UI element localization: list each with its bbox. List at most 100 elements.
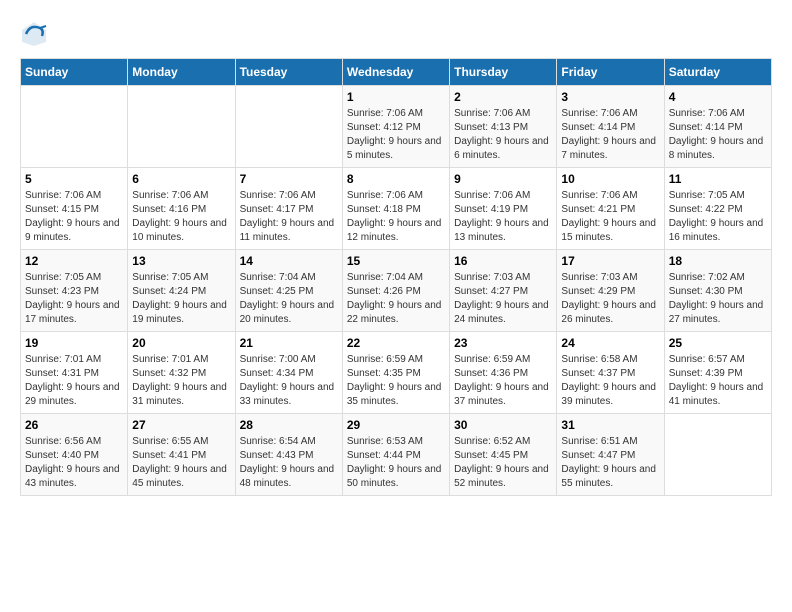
day-cell: 4 Sunrise: 7:06 AM Sunset: 4:14 PM Daylig… xyxy=(664,86,771,168)
day-number: 25 xyxy=(669,336,767,350)
day-header-saturday: Saturday xyxy=(664,59,771,86)
day-cell: 29Sunrise: 6:53 AM Sunset: 4:44 PM Dayli… xyxy=(342,414,449,496)
day-header-tuesday: Tuesday xyxy=(235,59,342,86)
day-cell xyxy=(21,86,128,168)
day-cell: 30Sunrise: 6:52 AM Sunset: 4:45 PM Dayli… xyxy=(450,414,557,496)
day-number: 6 xyxy=(132,172,230,186)
page-header xyxy=(20,20,772,48)
day-cell: 14 Sunrise: 7:04 AM Sunset: 4:25 PM Dayli… xyxy=(235,250,342,332)
day-info: Sunrise: 6:59 AM Sunset: 4:36 PM Dayligh… xyxy=(454,353,552,409)
day-number: 13 xyxy=(132,254,230,268)
day-info: Sunrise: 7:03 AM Sunset: 4:27 PM Dayligh… xyxy=(454,271,552,327)
day-header-friday: Friday xyxy=(557,59,664,86)
day-number: 26 xyxy=(25,418,123,432)
day-number: 19 xyxy=(25,336,123,350)
day-number: 8 xyxy=(347,172,445,186)
day-cell: 13 Sunrise: 7:05 AM Sunset: 4:24 PM Dayli… xyxy=(128,250,235,332)
day-info: Sunrise: 7:05 AM Sunset: 4:23 PM Dayligh… xyxy=(25,271,123,327)
day-cell: 20 Sunrise: 7:01 AM Sunset: 4:32 PM Dayli… xyxy=(128,332,235,414)
day-info: Sunrise: 6:59 AM Sunset: 4:35 PM Dayligh… xyxy=(347,353,445,409)
day-cell: 5Sunrise: 7:06 AM Sunset: 4:15 PM Daylig… xyxy=(21,168,128,250)
logo-icon xyxy=(20,20,48,48)
day-cell: 28 Sunrise: 6:54 AM Sunset: 4:43 PM Dayli… xyxy=(235,414,342,496)
day-number: 7 xyxy=(240,172,338,186)
day-number: 30 xyxy=(454,418,552,432)
week-row-4: 19 Sunrise: 7:01 AM Sunset: 4:31 PM Dayli… xyxy=(21,332,772,414)
day-info: Sunrise: 7:00 AM Sunset: 4:34 PM Dayligh… xyxy=(240,353,338,409)
day-info: Sunrise: 6:57 AM Sunset: 4:39 PM Dayligh… xyxy=(669,353,767,409)
day-number: 21 xyxy=(240,336,338,350)
day-header-sunday: Sunday xyxy=(21,59,128,86)
day-number: 3 xyxy=(561,90,659,104)
day-number: 4 xyxy=(669,90,767,104)
day-cell xyxy=(235,86,342,168)
day-number: 2 xyxy=(454,90,552,104)
day-cell: 17 Sunrise: 7:03 AM Sunset: 4:29 PM Dayli… xyxy=(557,250,664,332)
day-number: 18 xyxy=(669,254,767,268)
day-number: 11 xyxy=(669,172,767,186)
day-info: Sunrise: 7:06 AM Sunset: 4:17 PM Dayligh… xyxy=(240,189,338,245)
day-info: Sunrise: 6:51 AM Sunset: 4:47 PM Dayligh… xyxy=(561,435,659,491)
day-number: 27 xyxy=(132,418,230,432)
day-number: 20 xyxy=(132,336,230,350)
day-info: Sunrise: 7:01 AM Sunset: 4:31 PM Dayligh… xyxy=(25,353,123,409)
day-number: 14 xyxy=(240,254,338,268)
day-info: Sunrise: 7:06 AM Sunset: 4:19 PM Dayligh… xyxy=(454,189,552,245)
week-row-5: 26Sunrise: 6:56 AM Sunset: 4:40 PM Dayli… xyxy=(21,414,772,496)
day-cell: 2Sunrise: 7:06 AM Sunset: 4:13 PM Daylig… xyxy=(450,86,557,168)
week-row-3: 12 Sunrise: 7:05 AM Sunset: 4:23 PM Dayli… xyxy=(21,250,772,332)
day-cell: 6 Sunrise: 7:06 AM Sunset: 4:16 PM Daylig… xyxy=(128,168,235,250)
day-info: Sunrise: 7:04 AM Sunset: 4:25 PM Dayligh… xyxy=(240,271,338,327)
day-info: Sunrise: 7:06 AM Sunset: 4:21 PM Dayligh… xyxy=(561,189,659,245)
day-cell: 31Sunrise: 6:51 AM Sunset: 4:47 PM Dayli… xyxy=(557,414,664,496)
day-cell: 1Sunrise: 7:06 AM Sunset: 4:12 PM Daylig… xyxy=(342,86,449,168)
week-row-1: 1Sunrise: 7:06 AM Sunset: 4:12 PM Daylig… xyxy=(21,86,772,168)
day-number: 24 xyxy=(561,336,659,350)
day-cell: 7 Sunrise: 7:06 AM Sunset: 4:17 PM Daylig… xyxy=(235,168,342,250)
day-header-monday: Monday xyxy=(128,59,235,86)
day-cell: 12 Sunrise: 7:05 AM Sunset: 4:23 PM Dayli… xyxy=(21,250,128,332)
day-info: Sunrise: 7:06 AM Sunset: 4:16 PM Dayligh… xyxy=(132,189,230,245)
day-info: Sunrise: 7:05 AM Sunset: 4:24 PM Dayligh… xyxy=(132,271,230,327)
day-cell: 21 Sunrise: 7:00 AM Sunset: 4:34 PM Dayli… xyxy=(235,332,342,414)
day-cell xyxy=(128,86,235,168)
day-cell: 19 Sunrise: 7:01 AM Sunset: 4:31 PM Dayli… xyxy=(21,332,128,414)
day-info: Sunrise: 6:55 AM Sunset: 4:41 PM Dayligh… xyxy=(132,435,230,491)
day-cell: 3 Sunrise: 7:06 AM Sunset: 4:14 PM Daylig… xyxy=(557,86,664,168)
day-cell: 11 Sunrise: 7:05 AM Sunset: 4:22 PM Dayli… xyxy=(664,168,771,250)
day-info: Sunrise: 6:54 AM Sunset: 4:43 PM Dayligh… xyxy=(240,435,338,491)
week-row-2: 5Sunrise: 7:06 AM Sunset: 4:15 PM Daylig… xyxy=(21,168,772,250)
day-number: 23 xyxy=(454,336,552,350)
day-number: 17 xyxy=(561,254,659,268)
day-info: Sunrise: 7:04 AM Sunset: 4:26 PM Dayligh… xyxy=(347,271,445,327)
day-number: 22 xyxy=(347,336,445,350)
day-number: 9 xyxy=(454,172,552,186)
day-cell: 23 Sunrise: 6:59 AM Sunset: 4:36 PM Dayli… xyxy=(450,332,557,414)
day-info: Sunrise: 7:02 AM Sunset: 4:30 PM Dayligh… xyxy=(669,271,767,327)
day-number: 12 xyxy=(25,254,123,268)
day-number: 29 xyxy=(347,418,445,432)
day-info: Sunrise: 7:06 AM Sunset: 4:15 PM Dayligh… xyxy=(25,189,123,245)
day-cell: 22 Sunrise: 6:59 AM Sunset: 4:35 PM Dayli… xyxy=(342,332,449,414)
day-info: Sunrise: 7:06 AM Sunset: 4:14 PM Dayligh… xyxy=(561,107,659,163)
day-info: Sunrise: 6:58 AM Sunset: 4:37 PM Dayligh… xyxy=(561,353,659,409)
day-header-thursday: Thursday xyxy=(450,59,557,86)
day-number: 16 xyxy=(454,254,552,268)
day-cell: 24 Sunrise: 6:58 AM Sunset: 4:37 PM Dayli… xyxy=(557,332,664,414)
day-cell: 18 Sunrise: 7:02 AM Sunset: 4:30 PM Dayli… xyxy=(664,250,771,332)
day-cell: 25 Sunrise: 6:57 AM Sunset: 4:39 PM Dayli… xyxy=(664,332,771,414)
day-number: 1 xyxy=(347,90,445,104)
day-cell: 10 Sunrise: 7:06 AM Sunset: 4:21 PM Dayli… xyxy=(557,168,664,250)
day-info: Sunrise: 7:05 AM Sunset: 4:22 PM Dayligh… xyxy=(669,189,767,245)
calendar-table: SundayMondayTuesdayWednesdayThursdayFrid… xyxy=(20,58,772,496)
day-info: Sunrise: 7:06 AM Sunset: 4:14 PM Dayligh… xyxy=(669,107,767,163)
day-info: Sunrise: 7:01 AM Sunset: 4:32 PM Dayligh… xyxy=(132,353,230,409)
day-number: 28 xyxy=(240,418,338,432)
day-number: 10 xyxy=(561,172,659,186)
day-cell: 15Sunrise: 7:04 AM Sunset: 4:26 PM Dayli… xyxy=(342,250,449,332)
logo xyxy=(20,20,52,48)
day-info: Sunrise: 7:03 AM Sunset: 4:29 PM Dayligh… xyxy=(561,271,659,327)
day-cell: 27 Sunrise: 6:55 AM Sunset: 4:41 PM Dayli… xyxy=(128,414,235,496)
day-info: Sunrise: 7:06 AM Sunset: 4:18 PM Dayligh… xyxy=(347,189,445,245)
day-header-wednesday: Wednesday xyxy=(342,59,449,86)
